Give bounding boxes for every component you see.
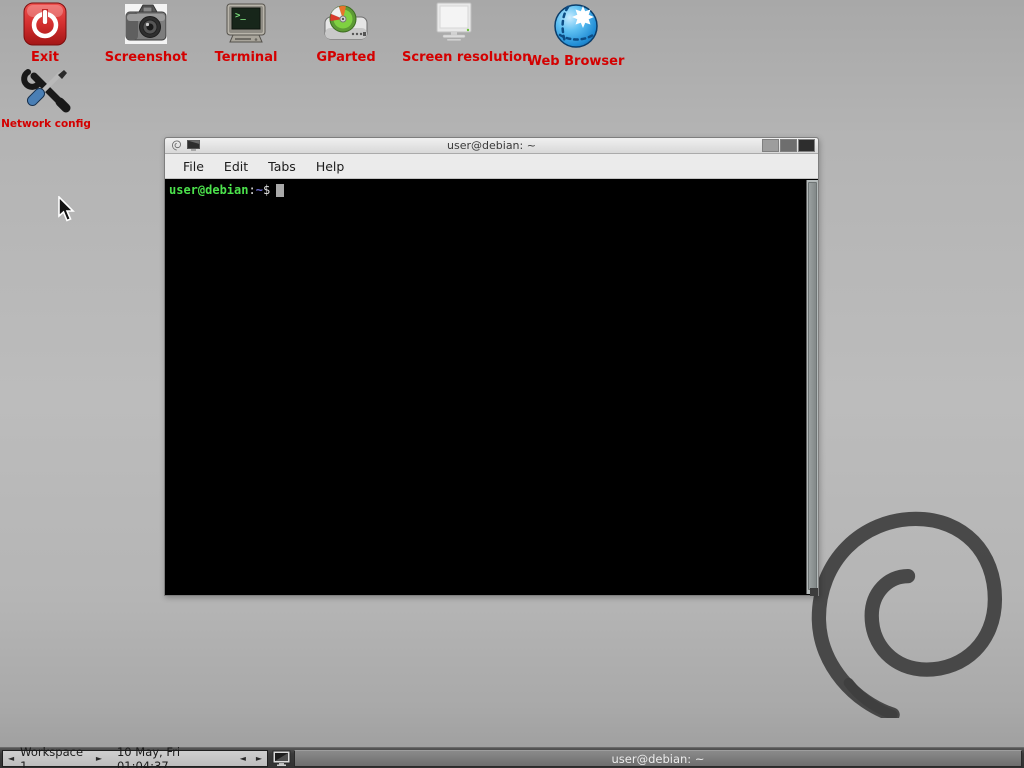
icon-label: GParted	[294, 50, 398, 65]
desktop-icon-web-browser[interactable]: Web Browser	[524, 2, 628, 69]
display-tray-icon[interactable]	[272, 750, 292, 767]
debian-swirl-icon	[171, 140, 182, 151]
icon-label: Screen resolution	[402, 50, 506, 65]
menu-help[interactable]: Help	[306, 156, 355, 177]
scrollbar[interactable]	[806, 180, 818, 594]
desktop-icon-screenshot[interactable]: Screenshot	[94, 2, 198, 65]
desktop-icon-terminal[interactable]: >_ Terminal	[194, 2, 298, 65]
menu-tabs[interactable]: Tabs	[258, 156, 306, 177]
debian-swirl-logo	[786, 498, 1008, 718]
desktop-icon-gparted[interactable]: GParted	[294, 2, 398, 65]
resize-grip[interactable]	[810, 588, 818, 596]
desktop-icon-exit[interactable]: Exit	[0, 2, 97, 65]
window-menubar: File Edit Tabs Help	[165, 154, 818, 179]
prompt-user-host: user@debian	[169, 183, 248, 197]
shell-prompt: user@debian:~$	[169, 183, 284, 197]
prompt-dollar: $	[263, 183, 270, 197]
terminal-window: user@debian: ~ File Edit Tabs Help user@…	[164, 137, 819, 596]
workspace-pager: ◄ Workspace 1 ► 10 May, Fri 01:04:37 ◄ ►	[2, 750, 268, 767]
partition-disk-icon	[322, 2, 370, 46]
clock-prev-arrow[interactable]: ◄	[235, 754, 251, 763]
icon-label: Terminal	[194, 50, 298, 65]
crt-terminal-icon: >_	[223, 2, 269, 46]
window-titlebar[interactable]: user@debian: ~	[165, 138, 818, 154]
scrollbar-thumb[interactable]	[808, 182, 817, 590]
prompt-colon: :	[248, 183, 255, 197]
window-title: user@debian: ~	[165, 139, 818, 152]
icon-label: Exit	[0, 50, 97, 65]
mouse-cursor	[58, 196, 77, 223]
workspace-prev-arrow[interactable]: ◄	[3, 754, 19, 763]
close-button[interactable]	[798, 139, 815, 152]
maximize-button[interactable]	[780, 139, 797, 152]
menu-edit[interactable]: Edit	[214, 156, 258, 177]
svg-text:>_: >_	[235, 11, 246, 21]
camera-icon	[123, 2, 169, 46]
tools-icon	[20, 66, 72, 116]
clock-next-arrow[interactable]: ►	[251, 754, 267, 763]
minimize-button[interactable]	[762, 139, 779, 152]
menu-file[interactable]: File	[173, 156, 214, 177]
monitor-icon	[430, 2, 478, 46]
icon-label: Web Browser	[524, 54, 628, 69]
taskbar-window-button[interactable]: user@debian: ~	[294, 750, 1022, 767]
clock: 10 May, Fri 01:04:37	[107, 745, 235, 768]
text-cursor	[276, 184, 284, 197]
terminal-screen[interactable]: user@debian:~$	[166, 180, 817, 594]
power-icon	[23, 2, 67, 46]
workspace-label: Workspace 1	[19, 745, 91, 768]
desktop-icon-screen-resolution[interactable]: Screen resolution	[402, 2, 506, 65]
icon-label: Network config	[0, 118, 98, 130]
workspace-next-arrow[interactable]: ►	[91, 754, 107, 763]
globe-browser-icon	[552, 2, 600, 50]
taskbar: ◄ Workspace 1 ► 10 May, Fri 01:04:37 ◄ ►…	[0, 747, 1024, 768]
desktop-icon-network-config[interactable]: Network config	[0, 66, 98, 130]
prompt-path: ~	[256, 183, 263, 197]
terminal-mini-icon	[187, 140, 200, 151]
icon-label: Screenshot	[94, 50, 198, 65]
taskbar-window-title: user@debian: ~	[612, 752, 705, 766]
